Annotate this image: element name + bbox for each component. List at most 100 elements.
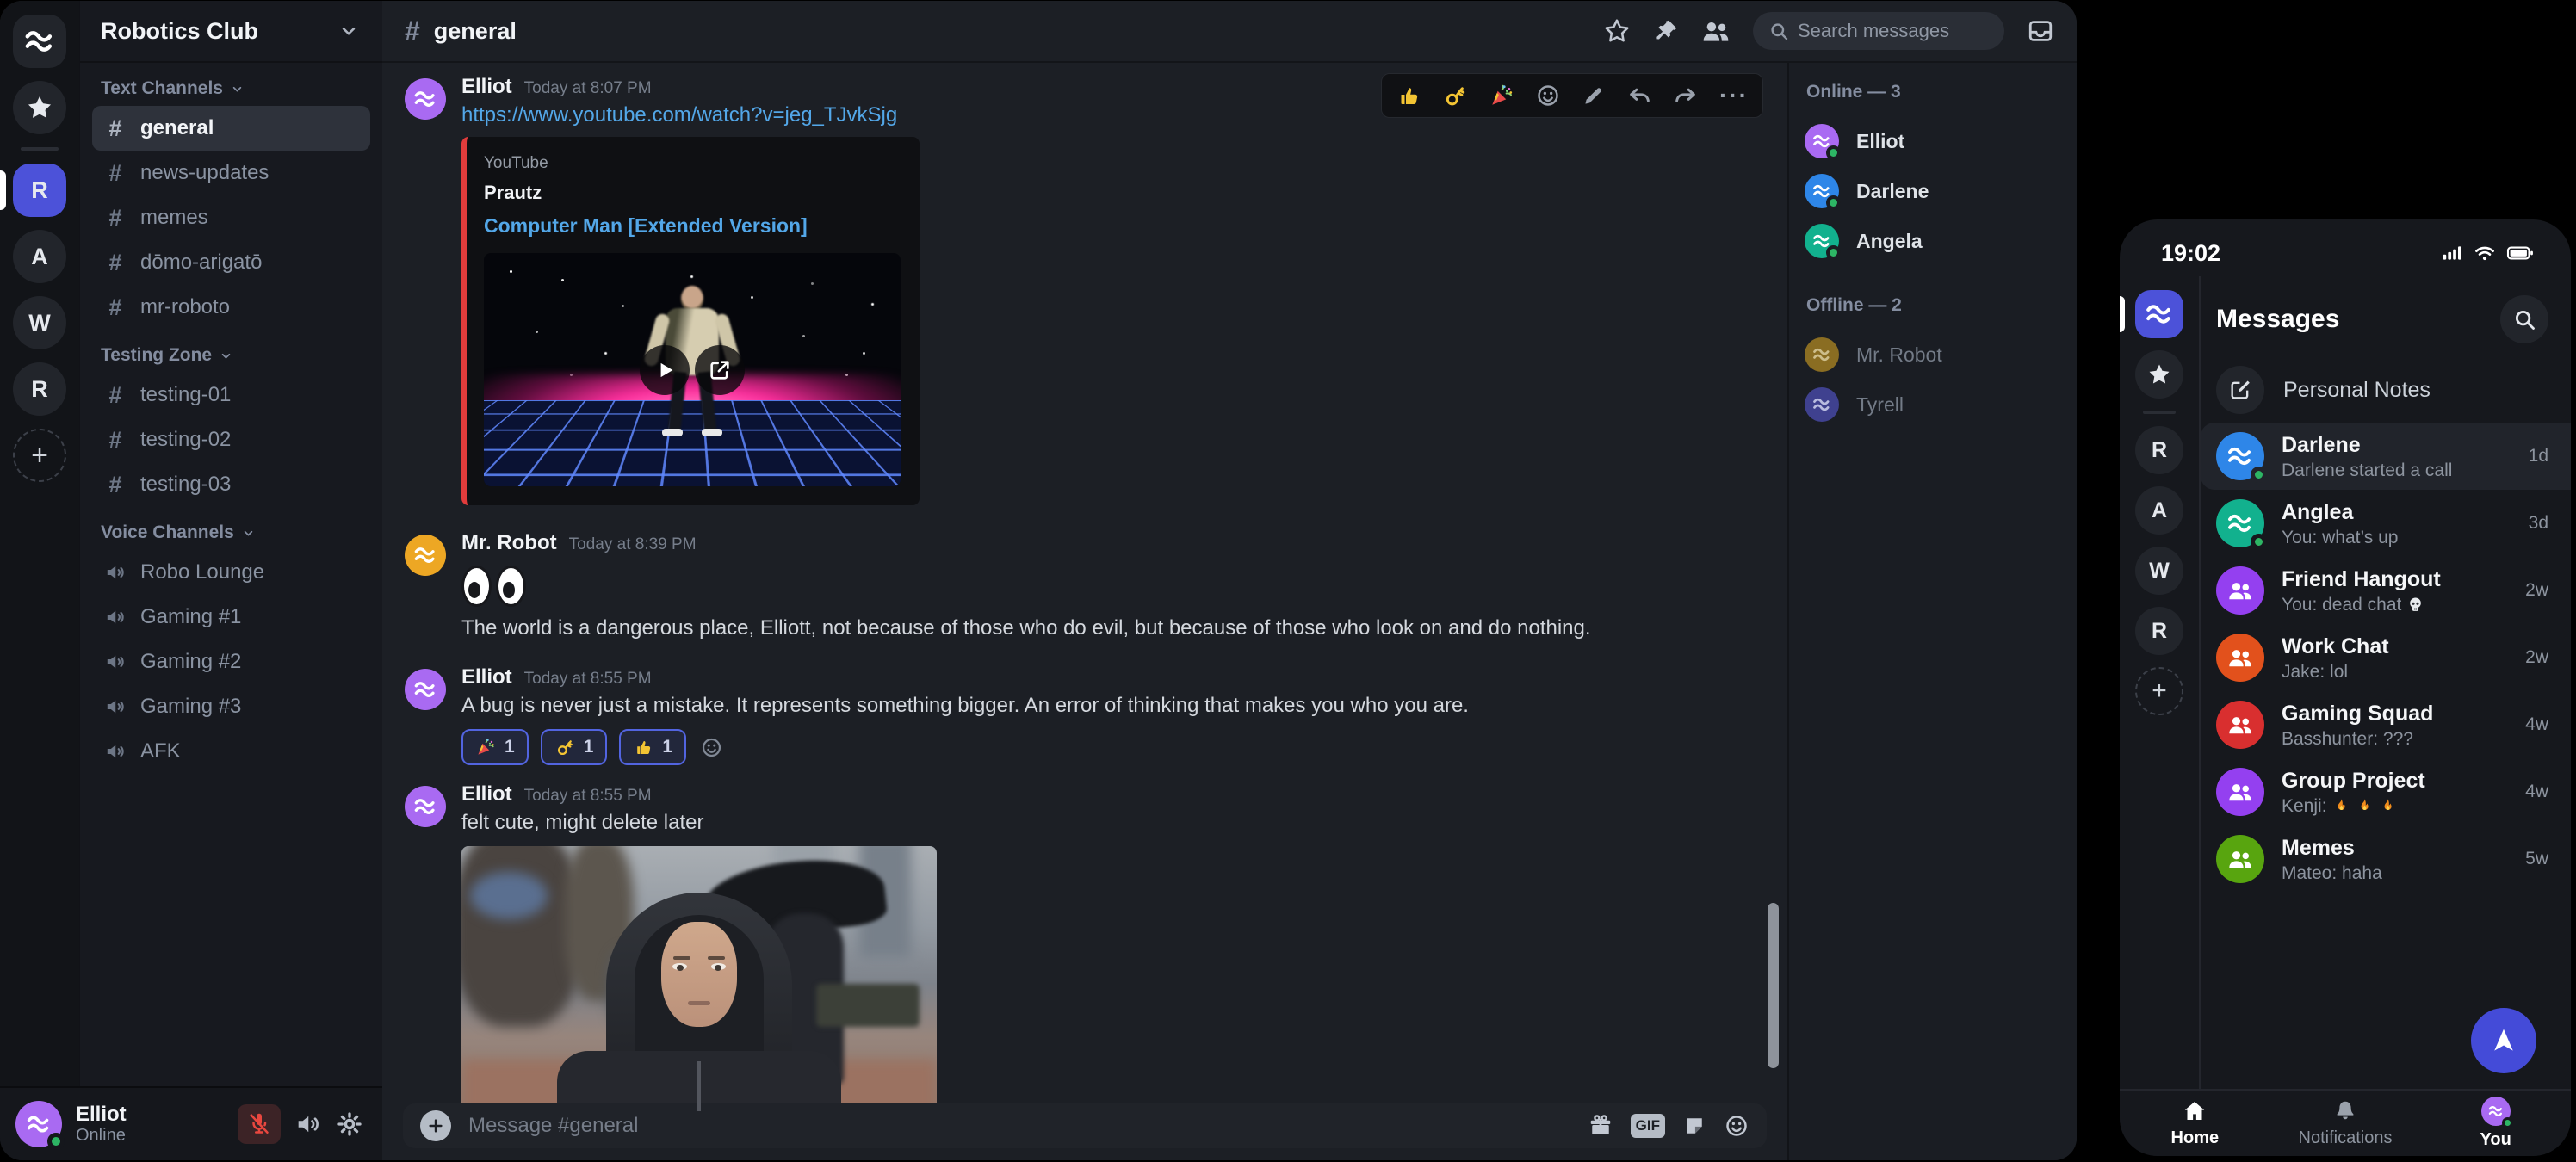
members-icon (2227, 846, 2253, 872)
server-header[interactable]: Robotics Club (80, 1, 382, 63)
section-voice-channels[interactable]: Voice Channels (101, 522, 370, 543)
server-item-2[interactable]: W (13, 296, 66, 349)
voice-channel-gaming-3[interactable]: Gaming #3 (92, 684, 370, 729)
server-item-3[interactable]: R (13, 362, 66, 416)
conversation-anglea[interactable]: AngleaYou: what’s up 3d (2201, 490, 2571, 557)
message-author[interactable]: Elliot (461, 665, 512, 689)
message-text: A bug is never just a mistake. It repres… (461, 691, 1787, 720)
message-input[interactable] (468, 1114, 1570, 1138)
embed-author[interactable]: Prautz (484, 182, 901, 204)
member-elliot[interactable]: Elliot (1805, 116, 2077, 166)
add-reaction-button[interactable] (700, 736, 723, 759)
pinned-messages-button[interactable] (1653, 18, 1679, 44)
nav-you[interactable]: You (2420, 1091, 2571, 1156)
message-link[interactable]: https://www.youtube.com/watch?v=jeg_TJvk… (461, 101, 1787, 130)
chevron-down-icon (219, 349, 233, 363)
channel-item-general[interactable]: #general (92, 106, 370, 151)
user-info[interactable]: Elliot Online (76, 1103, 127, 1147)
inbox-button[interactable] (2027, 17, 2054, 45)
server-item-1[interactable]: A (13, 230, 66, 283)
favorites-button[interactable] (13, 81, 66, 134)
conversation-friend-hangout[interactable]: Friend HangoutYou: dead chat 2w (2201, 557, 2571, 624)
channel-item-domo-arigato[interactable]: #dōmo-arigatō (92, 240, 370, 285)
phone-server-item-1[interactable]: A (2135, 486, 2183, 535)
member-darlene[interactable]: Darlene (1805, 166, 2077, 216)
channel-item-testing-03[interactable]: #testing-03 (92, 462, 370, 507)
search-input[interactable] (1798, 20, 1989, 42)
chevron-down-icon (337, 20, 360, 42)
message-text: The world is a dangerous place, Elliott,… (461, 614, 1787, 643)
avatar[interactable] (405, 78, 446, 120)
favorite-channel-button[interactable] (1603, 17, 1631, 45)
mute-microphone-button[interactable] (238, 1104, 281, 1144)
fire-icon (2379, 797, 2397, 815)
online-status-dot (2502, 1117, 2513, 1128)
reaction-thumbs-up[interactable]: 1 (619, 729, 686, 765)
personal-notes-row[interactable]: Personal Notes (2201, 366, 2571, 414)
deafen-button[interactable] (294, 1110, 322, 1138)
nav-notifications[interactable]: Notifications (2270, 1091, 2421, 1156)
channel-item-news-updates[interactable]: #news-updates (92, 151, 370, 195)
add-server-button[interactable]: + (13, 429, 66, 482)
new-message-fab[interactable] (2471, 1008, 2536, 1073)
voice-channel-gaming-1[interactable]: Gaming #1 (92, 595, 370, 640)
attach-file-button[interactable] (420, 1110, 451, 1141)
reaction-party[interactable]: 1 (461, 729, 529, 765)
conversation-darlene[interactable]: DarleneDarlene started a call 1d (2201, 423, 2571, 490)
phone-server-item-2[interactable]: W (2135, 547, 2183, 595)
server-item-0[interactable]: R (13, 164, 66, 217)
voice-channel-robo-lounge[interactable]: Robo Lounge (92, 550, 370, 595)
conversation-work-chat[interactable]: Work ChatJake: lol 2w (2201, 624, 2571, 691)
phone-main-panel: Messages Personal Notes DarleneDarlene s… (2201, 276, 2571, 1089)
chat-scrollbar[interactable] (1768, 903, 1779, 1068)
gift-button[interactable] (1588, 1113, 1613, 1139)
open-external-button[interactable] (695, 345, 745, 395)
play-button[interactable] (640, 345, 690, 395)
channel-item-mr-roboto[interactable]: #mr-roboto (92, 285, 370, 330)
message: ElliotToday at 8:07 PM https://www.youtu… (405, 75, 1787, 505)
conversation-gaming-squad[interactable]: Gaming SquadBasshunter: ??? 4w (2201, 691, 2571, 758)
section-testing-zone[interactable]: Testing Zone (101, 345, 370, 366)
avatar[interactable] (405, 535, 446, 576)
phone-favorites-button[interactable] (2135, 350, 2183, 399)
group-avatar (2216, 835, 2264, 883)
channel-item-testing-02[interactable]: #testing-02 (92, 417, 370, 462)
avatar[interactable] (405, 786, 446, 827)
app-logo[interactable] (13, 15, 66, 68)
embed-title[interactable]: Computer Man [Extended Version] (484, 214, 901, 238)
attached-image[interactable] (461, 846, 937, 1111)
member-mr-robot[interactable]: Mr. Robot (1805, 330, 2077, 380)
settings-button[interactable] (336, 1110, 363, 1138)
avatar[interactable] (15, 1101, 62, 1147)
emoji-button[interactable] (1724, 1113, 1749, 1139)
reaction-ok-hand[interactable]: 1 (541, 729, 608, 765)
phone-server-item-0[interactable]: R (2135, 426, 2183, 474)
video-thumbnail[interactable] (484, 253, 901, 486)
message-author[interactable]: Mr. Robot (461, 531, 557, 555)
member-angela[interactable]: Angela (1805, 216, 2077, 266)
search-bar[interactable] (1753, 12, 2004, 50)
sticker-button[interactable] (1682, 1114, 1706, 1138)
voice-channel-gaming-2[interactable]: Gaming #2 (92, 640, 370, 684)
message-author[interactable]: Elliot (461, 75, 512, 99)
avatar (1805, 124, 1839, 158)
conversation-memes[interactable]: MemesMateo: haha 5w (2201, 825, 2571, 893)
avatar[interactable] (405, 669, 446, 710)
phone-server-item-3[interactable]: R (2135, 607, 2183, 655)
conversation-group-project[interactable]: Group ProjectKenji: 4w (2201, 758, 2571, 825)
phone-search-button[interactable] (2500, 295, 2548, 343)
phone-add-server-button[interactable]: + (2135, 667, 2183, 715)
message-author[interactable]: Elliot (461, 782, 512, 807)
nav-home[interactable]: Home (2120, 1091, 2270, 1156)
section-text-channels[interactable]: Text Channels (101, 78, 370, 99)
gif-picker-button[interactable]: GIF (1631, 1114, 1665, 1138)
group-avatar (2216, 768, 2264, 816)
message-composer[interactable]: GIF (403, 1103, 1767, 1148)
phone-app-logo[interactable] (2135, 290, 2183, 338)
channel-item-memes[interactable]: #memes (92, 195, 370, 240)
channel-item-testing-01[interactable]: #testing-01 (92, 373, 370, 417)
ok-hand-icon (554, 737, 575, 757)
member-list-toggle[interactable] (1701, 16, 1731, 46)
member-tyrell[interactable]: Tyrell (1805, 380, 2077, 430)
voice-channel-afk[interactable]: AFK (92, 729, 370, 774)
